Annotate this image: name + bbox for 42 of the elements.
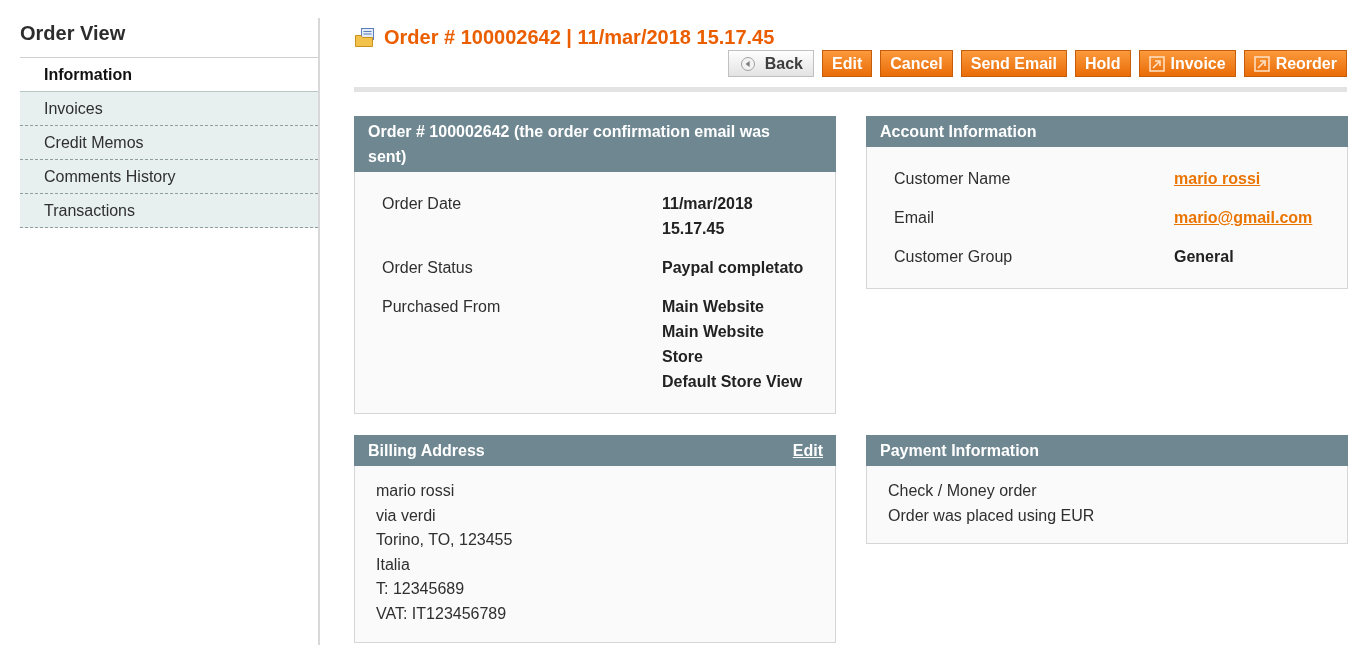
detail-line: via verdi xyxy=(376,505,436,526)
detail-line: mario rossi xyxy=(376,481,455,501)
detail-line: VAT: IT123456789 xyxy=(376,603,507,624)
field-label: Order Date xyxy=(382,194,463,214)
action-button[interactable]: Cancel xyxy=(880,50,953,77)
arrow-square-icon xyxy=(1148,55,1165,72)
page-title: Order # 100002642 | 11/mar/2018 15.17.45 xyxy=(384,25,775,49)
sidebar-tab[interactable]: Invoices xyxy=(20,92,318,126)
detail-line: Italia xyxy=(376,554,410,575)
detail-line: Torino, TO, 123455 xyxy=(376,530,513,551)
action-button[interactable]: Hold xyxy=(1074,50,1131,77)
field-label: Purchased From xyxy=(382,297,502,317)
panel-title: Payment Information xyxy=(880,441,1040,461)
field-value: Paypal completato xyxy=(662,258,804,278)
field-label: Customer Group xyxy=(894,247,1014,267)
sidebar-tab[interactable]: Comments History xyxy=(20,160,318,194)
panel-title: Order # 100002642 (the order confirmation email was sent) xyxy=(368,122,771,167)
action-button[interactable]: Send Email xyxy=(960,50,1067,77)
detail-line: Check / Money order xyxy=(888,481,1037,501)
field-label: Order Status xyxy=(382,258,474,278)
field-value: General xyxy=(1174,247,1234,267)
panel-title: Account Information xyxy=(880,122,1037,142)
field-label: Email xyxy=(894,208,935,228)
arrow-square-icon xyxy=(1253,55,1270,72)
back-button[interactable]: Back xyxy=(727,50,814,77)
action-button[interactable]: Reorder xyxy=(1243,50,1347,77)
field-label: Customer Name xyxy=(894,169,1012,189)
panel-title: Billing Address xyxy=(368,441,485,461)
action-button[interactable]: Invoice xyxy=(1138,50,1236,77)
sidebar-tab[interactable]: Credit Memos xyxy=(20,126,318,160)
field-value: Main Website Store xyxy=(662,322,765,367)
edit-link[interactable]: Edit xyxy=(792,438,823,463)
detail-line: Order was placed using EUR xyxy=(888,505,1095,526)
value-link[interactable]: mario@gmail.com xyxy=(1174,205,1313,230)
document-folder-icon xyxy=(355,27,375,47)
field-value: Default Store View xyxy=(662,372,803,392)
field-value: 11/mar/2018 15.17.45 xyxy=(662,194,754,239)
sidebar-tab[interactable]: Transactions xyxy=(20,194,318,228)
value-link[interactable]: mario rossi xyxy=(1174,166,1261,191)
action-button[interactable]: Edit xyxy=(822,50,873,77)
field-value: Main Website xyxy=(662,297,764,317)
detail-line: T: 12345689 xyxy=(376,579,465,600)
